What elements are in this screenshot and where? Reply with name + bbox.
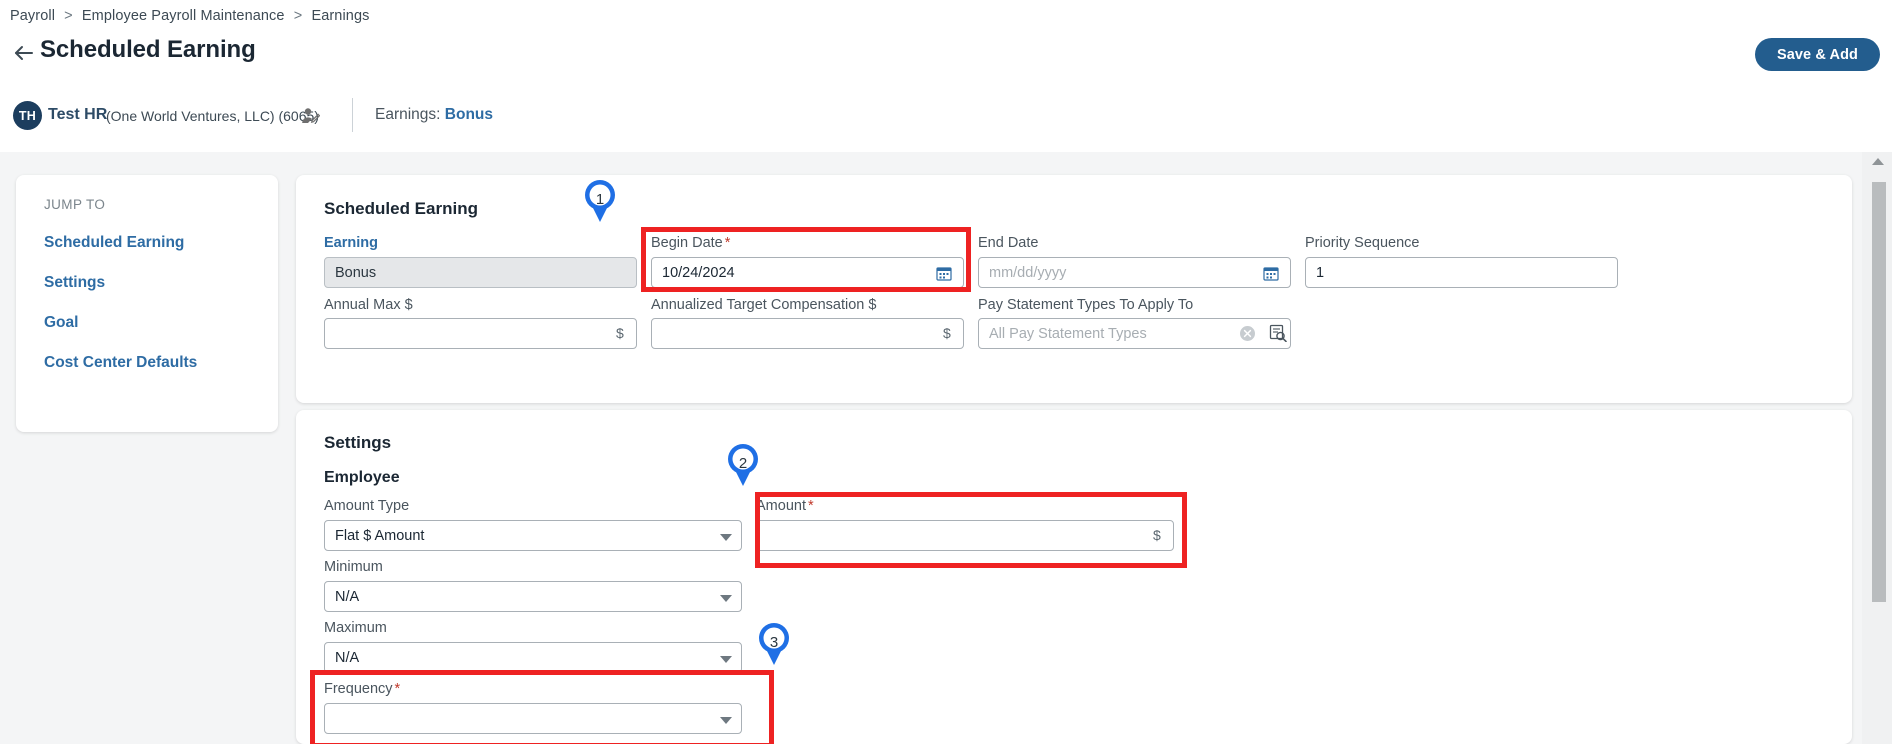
chevron-down-icon — [720, 595, 732, 602]
earning-label[interactable]: Earning — [324, 235, 378, 251]
end-date-input[interactable] — [978, 257, 1291, 288]
pay-statement-types-label: Pay Statement Types To Apply To — [978, 297, 1194, 313]
begin-date-input[interactable] — [651, 257, 964, 288]
amount-input[interactable] — [756, 520, 1174, 551]
required-marker: * — [724, 235, 731, 251]
settings-section-title: Settings — [324, 433, 392, 452]
breadcrumb: Payroll > Employee Payroll Maintenance >… — [10, 8, 369, 24]
amount-label: Amount * — [756, 498, 814, 514]
chevron-down-icon — [720, 656, 732, 663]
amount-type-select[interactable]: Flat $ Amount — [324, 520, 742, 551]
chevron-down-icon — [720, 717, 732, 724]
breadcrumb-separator: > — [293, 8, 303, 24]
settings-panel: Settings Employee Amount Type Flat $ Amo… — [296, 410, 1852, 744]
amount-type-value: Flat $ Amount — [335, 527, 425, 544]
page-title: Scheduled Earning — [40, 36, 256, 63]
earnings-context-value: Bonus — [444, 106, 494, 123]
calendar-icon[interactable] — [1263, 265, 1279, 281]
sidebar-item-cost-center-defaults[interactable]: Cost Center Defaults — [44, 354, 197, 372]
divider — [352, 98, 353, 132]
required-marker: * — [807, 498, 814, 514]
annual-max-label: Annual Max $ — [324, 297, 413, 313]
jump-to-heading: JUMP TO — [44, 197, 106, 212]
sidebar-item-scheduled-earning[interactable]: Scheduled Earning — [44, 234, 184, 252]
chevron-down-icon — [720, 534, 732, 541]
scheduled-earning-section-title: Scheduled Earning — [324, 199, 478, 218]
save-and-add-button[interactable]: Save & Add — [1754, 38, 1880, 71]
scrollbar-thumb[interactable] — [1872, 182, 1886, 602]
breadcrumb-item-employee-payroll-maintenance[interactable]: Employee Payroll Maintenance — [82, 8, 285, 24]
priority-sequence-label: Priority Sequence — [1305, 235, 1420, 251]
title-bar: Scheduled Earning Save & Add — [0, 33, 1892, 76]
breadcrumb-item-earnings[interactable]: Earnings — [311, 8, 369, 24]
minimum-label: Minimum — [324, 559, 383, 575]
person-edit-icon[interactable] — [300, 106, 321, 126]
amount-type-label: Amount Type — [324, 498, 410, 514]
maximum-select[interactable]: N/A — [324, 642, 742, 673]
end-date-label: End Date — [978, 235, 1039, 251]
required-marker: * — [394, 681, 401, 697]
employee-context-bar: TH Test HR (One World Ventures, LLC) (60… — [0, 96, 1892, 140]
maximum-value: N/A — [335, 649, 360, 666]
scheduled-earning-panel: Scheduled Earning Earning Begin Date* En… — [296, 175, 1852, 403]
earnings-context-prefix: Earnings: — [375, 106, 441, 123]
minimum-value: N/A — [335, 588, 360, 605]
begin-date-label: Begin Date * — [651, 235, 731, 251]
priority-sequence-input[interactable] — [1305, 257, 1618, 288]
frequency-label: Frequency * — [324, 681, 401, 697]
app-root: Payroll > Employee Payroll Maintenance >… — [0, 0, 1892, 744]
calendar-icon[interactable] — [936, 265, 952, 281]
frequency-select[interactable] — [324, 703, 742, 734]
employee-name[interactable]: Test HR — [48, 106, 107, 124]
earnings-context: Earnings: Bonus — [375, 106, 493, 124]
breadcrumb-item-payroll[interactable]: Payroll — [10, 8, 55, 24]
earning-input — [324, 257, 637, 288]
sidebar-item-settings[interactable]: Settings — [44, 274, 105, 292]
sidebar-item-goal[interactable]: Goal — [44, 314, 78, 332]
minimum-select[interactable]: N/A — [324, 581, 742, 612]
breadcrumb-separator: > — [64, 8, 73, 24]
employee-org: (One World Ventures, LLC) (6065) — [106, 108, 319, 124]
lookup-icon[interactable] — [1269, 324, 1287, 343]
scroll-up-arrow-icon[interactable] — [1872, 158, 1884, 165]
employee-subsection-title: Employee — [324, 469, 400, 486]
annualized-target-input[interactable] — [651, 318, 964, 349]
jump-to-card: JUMP TO Scheduled Earning Settings Goal … — [16, 175, 278, 432]
content-area: JUMP TO Scheduled Earning Settings Goal … — [0, 152, 1892, 744]
arrow-left-icon[interactable] — [12, 41, 36, 65]
maximum-label: Maximum — [324, 620, 387, 636]
avatar: TH — [13, 101, 42, 130]
annual-max-input[interactable] — [324, 318, 637, 349]
annualized-target-label: Annualized Target Compensation $ — [651, 297, 877, 313]
clear-circle-icon[interactable] — [1239, 325, 1256, 342]
